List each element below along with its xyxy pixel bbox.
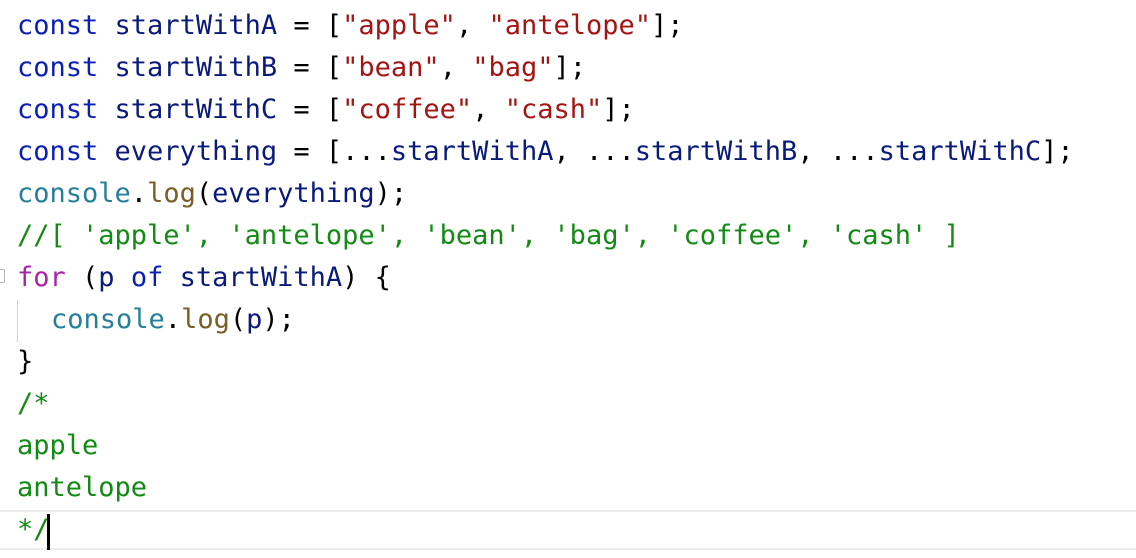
code-token: ) {	[342, 262, 391, 293]
code-line-text: apple	[17, 425, 98, 467]
code-token: const	[17, 52, 99, 83]
code-token: p	[98, 262, 115, 293]
code-token: antelope	[17, 472, 148, 503]
code-token: (	[229, 304, 247, 335]
code-token: , ...	[553, 136, 635, 167]
code-token: "bean"	[342, 52, 440, 83]
code-line-text: const startWithC = ["coffee", "cash"];	[17, 89, 635, 131]
code-line-text: /*	[17, 383, 50, 425]
code-token: startWithC	[878, 136, 1042, 167]
code-line[interactable]: console.log(p);	[0, 299, 1136, 341]
code-token: ];	[602, 94, 635, 125]
code-token: p	[246, 304, 263, 335]
code-token: startWithB	[114, 52, 278, 83]
code-token: //[ 'apple', 'antelope', 'bean', 'bag', …	[17, 220, 960, 251]
code-token: , ...	[797, 136, 879, 167]
code-token: const	[17, 94, 99, 125]
code-token: "apple"	[342, 10, 456, 41]
code-token: (	[195, 178, 213, 209]
code-token: startWithA	[114, 10, 278, 41]
code-token: ,	[439, 52, 473, 83]
code-line-text: }	[17, 341, 33, 383]
code-token: const	[17, 136, 99, 167]
code-token: const	[17, 10, 99, 41]
code-token: log	[147, 178, 196, 209]
code-token: "cash"	[504, 94, 603, 125]
code-token: "antelope"	[488, 10, 652, 41]
code-token: = [	[277, 94, 343, 125]
code-token: );	[262, 304, 295, 335]
code-token: "bag"	[472, 52, 554, 83]
code-line[interactable]: const startWithA = ["apple", "antelope"]…	[0, 5, 1136, 47]
code-token: startWithB	[634, 136, 798, 167]
code-line[interactable]: const startWithB = ["bean", "bag"];	[0, 47, 1136, 89]
code-token: apple	[17, 430, 99, 461]
code-token: "coffee"	[342, 94, 473, 125]
code-token: }	[17, 346, 34, 377]
code-token: = [...	[277, 136, 391, 167]
code-editor[interactable]: const startWithA = ["apple", "antelope"]…	[0, 0, 1136, 558]
code-line[interactable]: for (p of startWithA) {	[0, 257, 1136, 299]
code-token: of	[130, 262, 164, 293]
code-line[interactable]: const everything = [...startWithA, ...st…	[0, 131, 1136, 173]
code-line[interactable]: console.log(everything);	[0, 173, 1136, 215]
code-token: (	[65, 262, 99, 293]
code-token: /*	[17, 388, 50, 419]
code-token: ];	[1041, 136, 1074, 167]
code-line[interactable]: }	[0, 341, 1136, 383]
code-token: ];	[553, 52, 586, 83]
code-line-text: const everything = [...startWithA, ...st…	[17, 131, 1074, 173]
code-token: for	[17, 262, 66, 293]
code-token: ,	[472, 94, 505, 125]
code-token: );	[374, 178, 408, 209]
code-token: startWithA	[390, 136, 554, 167]
code-token: console	[51, 304, 165, 335]
code-token: */	[17, 514, 50, 545]
code-line[interactable]: /*	[0, 383, 1136, 425]
code-line[interactable]: apple	[0, 425, 1136, 467]
code-token: startWithC	[114, 94, 278, 125]
code-token: = [	[277, 52, 343, 83]
code-token: log	[181, 304, 230, 335]
code-line[interactable]: const startWithC = ["coffee", "cash"];	[0, 89, 1136, 131]
code-token: startWithA	[179, 262, 343, 293]
code-token: everything	[212, 178, 375, 209]
code-token: = [	[277, 10, 343, 41]
code-line-text: const startWithB = ["bean", "bag"];	[17, 47, 586, 89]
code-line-text: antelope	[17, 467, 147, 509]
code-line-text: //[ 'apple', 'antelope', 'bean', 'bag', …	[17, 215, 960, 257]
code-token: .	[130, 178, 148, 209]
code-line[interactable]: antelope	[0, 467, 1136, 509]
code-token: .	[164, 304, 182, 335]
code-line-text: */	[17, 509, 50, 551]
code-token: everything	[114, 136, 278, 167]
text-cursor	[47, 514, 50, 550]
code-line-text: console.log(p);	[51, 299, 295, 341]
code-token: ];	[651, 10, 684, 41]
code-line-text: console.log(everything);	[17, 173, 407, 215]
code-line[interactable]: */	[0, 509, 1136, 551]
code-line-text: for (p of startWithA) {	[17, 257, 391, 299]
code-token: ,	[455, 10, 489, 41]
code-line[interactable]: //[ 'apple', 'antelope', 'bean', 'bag', …	[0, 215, 1136, 257]
code-line-text: const startWithA = ["apple", "antelope"]…	[17, 5, 684, 47]
code-token: console	[17, 178, 131, 209]
